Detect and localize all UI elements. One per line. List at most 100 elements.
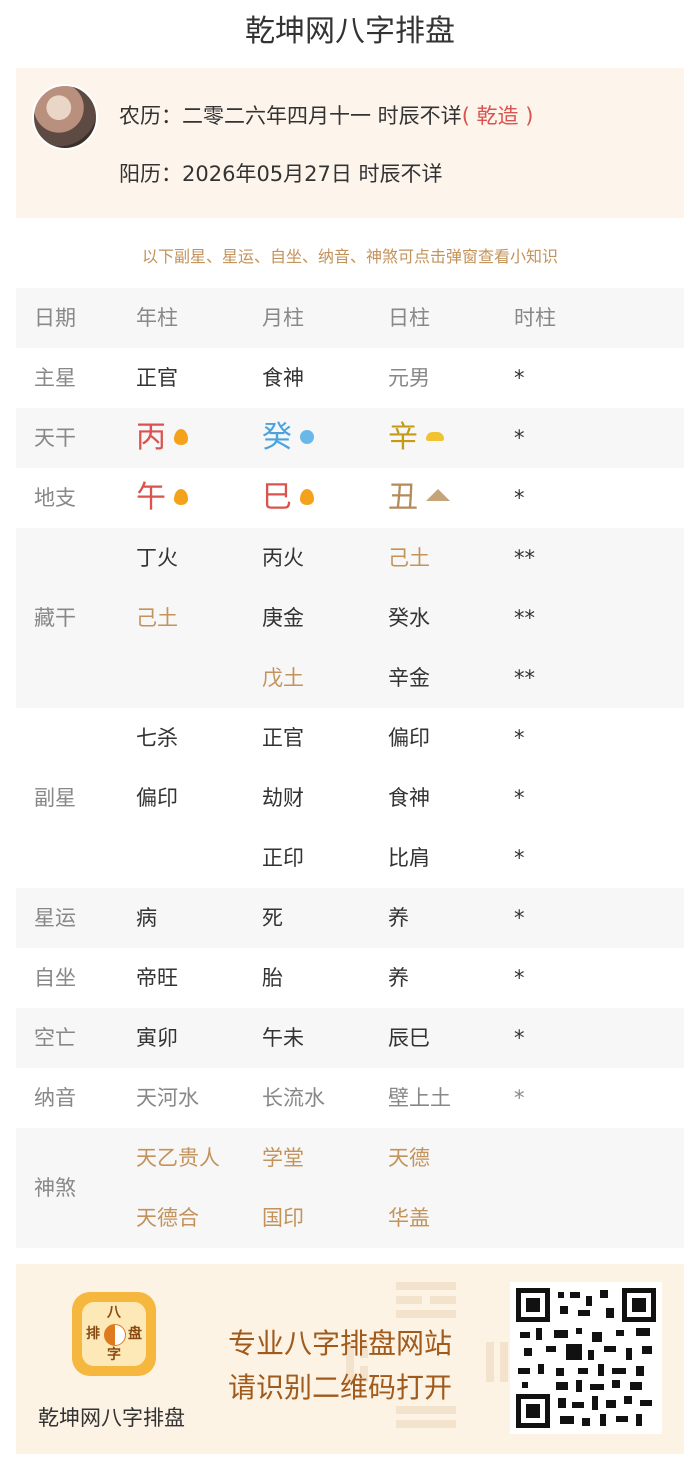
canggan-month-2: 庚金: [262, 606, 304, 630]
solar-date: 阳历：2026年05月27日 时辰不详: [119, 162, 443, 186]
tiangan-month-char: 癸: [262, 420, 292, 455]
zizuo-year[interactable]: 帝旺: [136, 948, 178, 1008]
dizhi-year-char: 午: [136, 480, 166, 515]
header-day: 日柱: [388, 306, 430, 330]
dizhi-year: 午: [136, 468, 188, 530]
zhuxing-label: 主星: [34, 366, 76, 390]
zhuxing-hour: *: [514, 366, 525, 390]
zizuo-label: 自坐: [34, 966, 76, 990]
logo-char-pai: 排: [86, 1326, 100, 1342]
app-logo: 八 排 盘 字: [72, 1292, 156, 1376]
logo-inner: 八 排 盘 字: [82, 1302, 146, 1366]
canggan-hour-3: **: [514, 666, 535, 690]
dizhi-day: 丑: [388, 468, 450, 530]
dizhi-month-char: 巳: [262, 480, 292, 515]
knowledge-tip: 以下副星、星运、自坐、纳音、神煞可点击弹窗查看小知识: [141, 247, 558, 266]
canggan-day-3: 辛金: [388, 666, 430, 690]
fuxing-day-1[interactable]: 偏印: [388, 708, 430, 768]
logo-char-pan: 盘: [128, 1326, 142, 1342]
zizuo-day[interactable]: 养: [388, 948, 409, 1008]
nayin-day[interactable]: 壁上土: [388, 1068, 451, 1128]
profile-card: 农历：二零二六年四月十一 时辰不详( 乾造 ) 阳历：2026年05月27日 时…: [16, 68, 684, 218]
fuxing-day-3[interactable]: 比肩: [388, 828, 430, 888]
fuxing-month-1[interactable]: 正官: [262, 708, 304, 768]
tiangan-year-char: 丙: [136, 420, 166, 455]
fuxing-label: 副星: [34, 786, 76, 810]
qr-code[interactable]: [510, 1282, 662, 1434]
tiangan-day-char: 辛: [388, 420, 418, 455]
header-row: 日期 年柱 月柱 日柱 时柱: [16, 288, 684, 348]
xingyun-month[interactable]: 死: [262, 888, 283, 948]
nayin-year[interactable]: 天河水: [136, 1068, 199, 1128]
nayin-month[interactable]: 长流水: [262, 1068, 325, 1128]
fuxing-hour-1: *: [514, 726, 525, 750]
xingyun-label: 星运: [34, 906, 76, 930]
shensha-year-2[interactable]: 天德合: [136, 1188, 199, 1248]
header-month: 月柱: [262, 306, 304, 330]
fuxing-year-1[interactable]: 七杀: [136, 708, 178, 768]
canggan-hour-1: **: [514, 546, 535, 570]
canggan-row: 藏干 丁火 己土 丙火 庚金 戊土 己土 癸水 辛金 ** ** **: [16, 528, 684, 708]
fuxing-day-2[interactable]: 食神: [388, 768, 430, 828]
flame-icon: [174, 489, 188, 505]
canggan-label: 藏干: [34, 606, 76, 630]
slogan-line-2: 请识别二维码打开: [228, 1371, 453, 1404]
kongwang-year: 寅卯: [136, 1026, 178, 1050]
xingyun-day[interactable]: 养: [388, 888, 409, 948]
fuxing-month-3[interactable]: 正印: [262, 828, 304, 888]
fuxing-month-2[interactable]: 劫财: [262, 768, 304, 828]
bagua-watermark-icon: [346, 1282, 508, 1428]
logo-char-zi: 字: [107, 1347, 121, 1363]
canggan-day-2: 癸水: [388, 606, 430, 630]
shensha-month-1[interactable]: 学堂: [262, 1128, 304, 1188]
fuxing-row: 副星 七杀 偏印 正官 劫财 正印 偏印 食神 比肩 * * *: [16, 708, 684, 888]
zizuo-row: 自坐 帝旺 胎 养 *: [16, 948, 684, 1008]
bazi-table: 日期 年柱 月柱 日柱 时柱 主星 正官 食神 元男 * 天干 丙 癸 辛 * …: [16, 288, 684, 1248]
dizhi-month: 巳: [262, 468, 314, 530]
avatar: [32, 84, 98, 150]
flame-icon: [174, 429, 188, 445]
zhuxing-month[interactable]: 食神: [262, 348, 304, 408]
canggan-year-1: 丁火: [136, 546, 178, 570]
flame-icon: [300, 489, 314, 505]
xingyun-year[interactable]: 病: [136, 888, 157, 948]
shensha-month-2[interactable]: 国印: [262, 1188, 304, 1248]
canggan-month-1: 丙火: [262, 546, 304, 570]
qr-code-icon: [516, 1288, 656, 1428]
header-hour: 时柱: [514, 306, 556, 330]
canggan-day-1: 己土: [388, 546, 430, 570]
promo-banner[interactable]: 八 排 盘 字 乾坤网八字排盘 专业八字排盘网站 请识别二维码打开: [16, 1264, 684, 1454]
mountain-icon: [426, 489, 450, 501]
tiangan-row: 天干 丙 癸 辛 *: [16, 408, 684, 468]
kongwang-month: 午未: [262, 1026, 304, 1050]
tiangan-day: 辛: [388, 408, 444, 470]
zhuxing-row: 主星 正官 食神 元男 *: [16, 348, 684, 408]
slogan-line-1: 专业八字排盘网站: [228, 1327, 453, 1360]
kongwang-row: 空亡 寅卯 午未 辰巳 *: [16, 1008, 684, 1068]
zizuo-hour: *: [514, 966, 525, 990]
header-label: 日期: [34, 306, 76, 330]
header-year: 年柱: [136, 306, 178, 330]
dizhi-label: 地支: [34, 486, 76, 510]
canggan-year-2: 己土: [136, 606, 178, 630]
canggan-month-3: 戊土: [262, 666, 304, 690]
zizuo-month[interactable]: 胎: [262, 948, 283, 1008]
yin-yang-icon: [104, 1324, 126, 1346]
nayin-row: 纳音 天河水 长流水 壁上土 *: [16, 1068, 684, 1128]
dizhi-hour: *: [514, 486, 525, 510]
shensha-year-1[interactable]: 天乙贵人: [136, 1128, 220, 1188]
fuxing-year-2[interactable]: 偏印: [136, 768, 178, 828]
tiangan-year: 丙: [136, 408, 188, 470]
shensha-day-1[interactable]: 天德: [388, 1128, 430, 1188]
zhuxing-year[interactable]: 正官: [136, 348, 178, 408]
page-title: 乾坤网八字排盘: [245, 14, 455, 49]
gender-tag: ( 乾造 ): [461, 104, 534, 128]
xingyun-row: 星运 病 死 养 *: [16, 888, 684, 948]
fuxing-hour-3: *: [514, 846, 525, 870]
app-name: 乾坤网八字排盘: [38, 1406, 185, 1430]
kongwang-hour: *: [514, 1026, 525, 1050]
tiangan-month: 癸: [262, 408, 314, 470]
dizhi-row: 地支 午 巳 丑 *: [16, 468, 684, 528]
shensha-day-2[interactable]: 华盖: [388, 1188, 430, 1248]
tiangan-label: 天干: [34, 426, 76, 450]
